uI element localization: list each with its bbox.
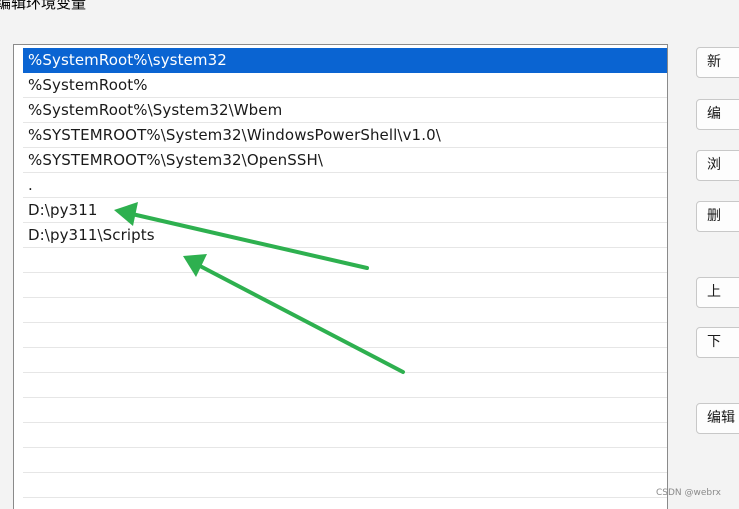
list-item[interactable]: %SYSTEMROOT%\System32\OpenSSH\ bbox=[23, 148, 667, 173]
delete-button[interactable]: 删 bbox=[696, 201, 739, 232]
list-item[interactable] bbox=[23, 348, 667, 373]
list-item[interactable] bbox=[23, 323, 667, 348]
list-item[interactable] bbox=[23, 373, 667, 398]
list-item[interactable]: %SystemRoot% bbox=[23, 73, 667, 98]
move-up-button[interactable]: 上 bbox=[696, 277, 739, 308]
browse-button[interactable]: 浏 bbox=[696, 150, 739, 181]
edit-environment-variable-dialog: 编辑环境变量 %SystemRoot%\system32 %SystemRoot%… bbox=[0, 0, 739, 509]
window-title: 编辑环境变量 bbox=[0, 0, 87, 12]
list-item[interactable] bbox=[23, 473, 667, 498]
list-item[interactable] bbox=[23, 423, 667, 448]
list-item[interactable] bbox=[23, 298, 667, 323]
list-item[interactable]: %SystemRoot%\System32\Wbem bbox=[23, 98, 667, 123]
move-down-button[interactable]: 下 bbox=[696, 327, 739, 358]
edit-text-button[interactable]: 编辑 bbox=[696, 403, 739, 434]
edit-button[interactable]: 编 bbox=[696, 99, 739, 130]
path-list-rows: %SystemRoot%\system32 %SystemRoot% %System… bbox=[23, 48, 667, 509]
list-item[interactable]: D:\py311 bbox=[23, 198, 667, 223]
watermark: CSDN @webrx bbox=[656, 488, 721, 498]
list-item-selected[interactable]: %SystemRoot%\system32 bbox=[23, 48, 667, 73]
list-item[interactable]: %SYSTEMROOT%\System32\WindowsPowerShell\… bbox=[23, 123, 667, 148]
list-item[interactable] bbox=[23, 273, 667, 298]
path-list[interactable]: %SystemRoot%\system32 %SystemRoot% %System… bbox=[13, 44, 668, 509]
list-item[interactable] bbox=[23, 448, 667, 473]
title-bar: 编辑环境变量 bbox=[0, 0, 739, 24]
list-item[interactable]: D:\py311\Scripts bbox=[23, 223, 667, 248]
list-item[interactable]: . bbox=[23, 173, 667, 198]
list-item[interactable] bbox=[23, 498, 667, 509]
list-item[interactable] bbox=[23, 398, 667, 423]
new-button[interactable]: 新 bbox=[696, 47, 739, 78]
list-item[interactable] bbox=[23, 248, 667, 273]
